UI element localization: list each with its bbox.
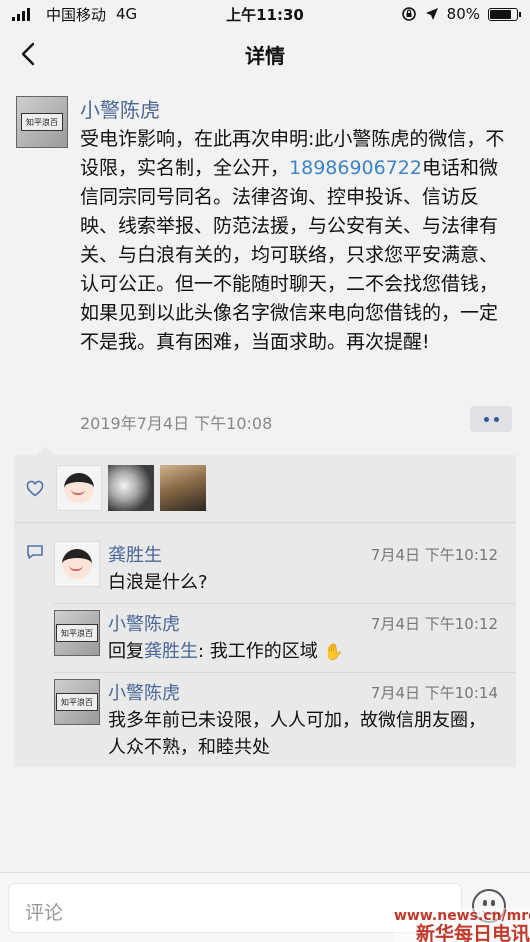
author-avatar[interactable]: 知平浪百 — [16, 96, 68, 148]
comment-text: 回复龚胜生: 我工作的区域 ✋ — [108, 638, 503, 665]
battery-icon — [488, 7, 521, 21]
phone-link[interactable]: 18986906722 — [289, 157, 422, 179]
more-options-button[interactable] — [470, 406, 512, 432]
more-dots-icon — [493, 416, 499, 422]
nav-bar: 详情 — [0, 28, 530, 80]
comment-item[interactable]: 知平浪百 小警陈虎 7月4日 下午10:12 回复龚胜生: 我工作的区域 ✋ — [54, 610, 516, 670]
commenter-avatar[interactable] — [54, 541, 100, 587]
reply-mention[interactable]: 龚胜生 — [144, 641, 198, 662]
liker-avatar[interactable] — [160, 465, 206, 511]
cartoon-face-icon — [62, 549, 92, 579]
comment-item[interactable]: 龚胜生 7月4日 下午10:12 白浪是什么? — [54, 541, 516, 601]
praying-hands-emoji: ✋ — [323, 642, 344, 661]
avatar-board: 知平浪百 — [56, 693, 98, 711]
commenter-name[interactable]: 小警陈虎 — [108, 610, 180, 636]
comment-item[interactable]: 知平浪百 小警陈虎 7月4日 下午10:14 我多年前已未设限，人人可加，故微信… — [54, 679, 516, 763]
status-left: 中国移动 4G — [12, 4, 137, 25]
comment-divider — [54, 603, 516, 604]
commenter-name[interactable]: 小警陈虎 — [108, 679, 180, 705]
likes-row — [14, 455, 516, 521]
cartoon-face-icon — [64, 473, 94, 503]
page-title: 详情 — [245, 43, 285, 68]
comment-divider — [54, 672, 516, 673]
post-author-name[interactable]: 小警陈虎 — [80, 94, 160, 123]
more-dots-icon — [483, 416, 489, 422]
liker-avatar[interactable] — [108, 465, 154, 511]
reply-prefix: 回复 — [108, 641, 144, 662]
location-arrow-icon — [425, 8, 438, 20]
back-button[interactable] — [10, 36, 46, 72]
watermark-url: www.news.cn/mrdx — [394, 908, 530, 924]
signal-icon — [12, 7, 30, 21]
heart-icon — [26, 480, 44, 497]
avatar-board: 知平浪百 — [21, 113, 63, 131]
status-bar: 中国移动 4G 上午11:30 80% — [0, 0, 530, 28]
liker-avatar[interactable] — [56, 465, 102, 511]
comment-icon — [27, 545, 43, 559]
post-body: 受电诈影响，在此再次申明:此小警陈虎的微信，不设限，实名制，全公开，189869… — [80, 125, 515, 357]
watermark: www.news.cn/mrdx 新华每日电讯 — [394, 908, 530, 942]
post-body-text-end: 电话和微信同宗同号同名。法律咨询、控申投诉、信访反映、线索举报、防范法援，与公安… — [80, 157, 499, 353]
battery-fill — [490, 9, 511, 19]
reply-text: : 我工作的区域 — [198, 641, 318, 662]
battery-percent: 80% — [446, 5, 480, 23]
commenter-avatar[interactable]: 知平浪百 — [54, 610, 100, 656]
comment-time: 7月4日 下午10:12 — [370, 615, 498, 633]
status-right: 80% — [401, 5, 521, 23]
watermark-logo: 新华每日电讯 — [415, 923, 530, 942]
avatar-board: 知平浪百 — [56, 624, 98, 642]
orientation-lock-icon — [401, 7, 416, 21]
carrier-label: 中国移动 — [46, 5, 107, 24]
commenter-avatar[interactable]: 知平浪百 — [54, 679, 100, 725]
commenter-name[interactable]: 龚胜生 — [108, 541, 162, 567]
post-timestamp: 2019年7月4日 下午10:08 — [80, 414, 273, 433]
comment-time: 7月4日 下午10:14 — [370, 684, 498, 702]
chevron-left-icon — [21, 42, 35, 66]
network-label: 4G — [116, 5, 138, 23]
comment-text: 白浪是什么? — [108, 572, 208, 593]
comment-text: 我多年前已未设限，人人可加，故微信朋友圈，人众不熟，和睦共处 — [108, 710, 486, 758]
interaction-panel: 龚胜生 7月4日 下午10:12 白浪是什么? 知平浪百 小警陈虎 7月4日 下… — [14, 446, 516, 767]
divider — [14, 522, 516, 523]
comment-time: 7月4日 下午10:12 — [370, 546, 498, 564]
